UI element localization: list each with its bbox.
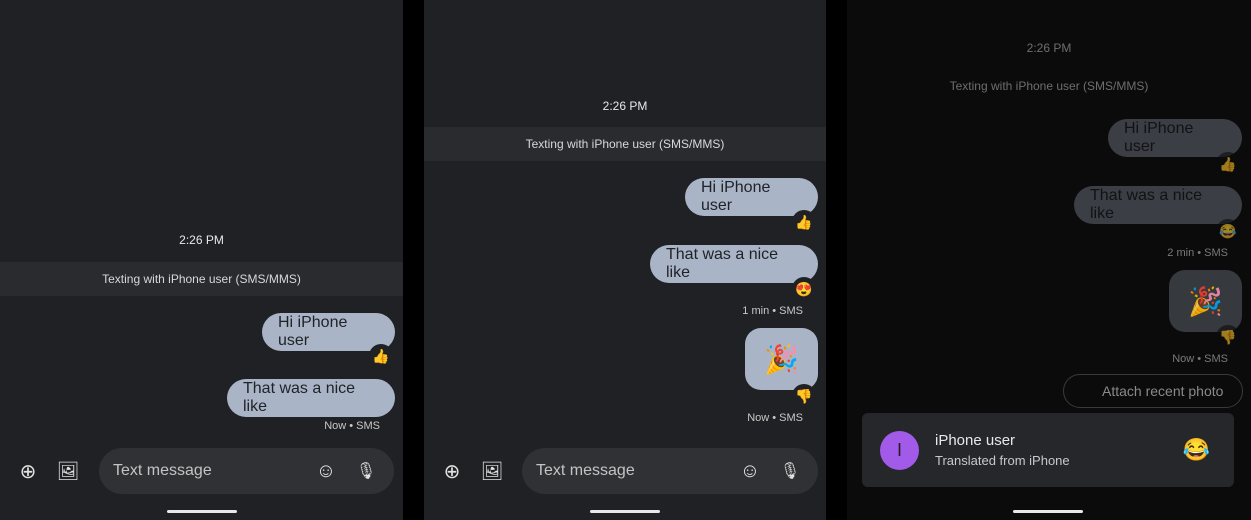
party-popper-message[interactable]: 🎉 xyxy=(745,328,818,390)
home-bar[interactable] xyxy=(1013,510,1083,513)
mic-icon[interactable]: 🎙 xyxy=(352,457,380,485)
plus-icon[interactable]: ⊕ xyxy=(438,457,466,485)
notification-title: iPhone user xyxy=(935,432,1016,449)
input-placeholder: Text message xyxy=(536,462,635,479)
message-bubble[interactable]: That was a nice like xyxy=(1074,186,1242,224)
attach-recent-photo-chip[interactable]: Attach recent photo xyxy=(1063,374,1243,408)
laugh-emoji-icon: 😂 xyxy=(1182,437,1210,462)
sms-banner: Texting with iPhone user (SMS/MMS) xyxy=(0,262,403,296)
avatar: I xyxy=(880,430,919,470)
thumbs-up-reaction-icon[interactable]: 👍 xyxy=(792,210,816,234)
input-placeholder: Text message xyxy=(113,462,212,479)
notification-subtitle: Translated from iPhone xyxy=(935,453,1070,468)
message-status: 1 min • SMS xyxy=(742,305,803,317)
message-bubble[interactable]: That was a nice like xyxy=(227,379,395,417)
emoji-icon[interactable]: ☺ xyxy=(312,457,340,485)
message-bubble[interactable]: Hi iPhone user xyxy=(1108,119,1242,157)
message-status: Now • SMS xyxy=(747,412,803,424)
phone-screen-1: 2:26 PM Texting with iPhone user (SMS/MM… xyxy=(0,0,403,520)
sms-banner: Texting with iPhone user (SMS/MMS) xyxy=(949,79,1149,93)
home-bar[interactable] xyxy=(590,510,660,513)
notification-card[interactable]: I iPhone user Translated from iPhone 😂 xyxy=(862,413,1234,487)
thumbs-up-reaction-icon[interactable]: 👍 xyxy=(369,344,393,368)
home-bar[interactable] xyxy=(167,510,237,513)
timestamp: 2:26 PM xyxy=(1026,41,1072,55)
message-status: 2 min • SMS xyxy=(1167,247,1228,259)
gallery-icon[interactable]: 🖼 xyxy=(54,457,82,485)
plus-icon[interactable]: ⊕ xyxy=(14,457,42,485)
timestamp: 2:26 PM xyxy=(602,99,648,113)
sms-banner: Texting with iPhone user (SMS/MMS) xyxy=(424,127,826,161)
text-message-input[interactable]: Text message ☺ 🎙 xyxy=(522,448,818,494)
thumbs-up-reaction-icon[interactable]: 👍 xyxy=(1216,152,1240,176)
emoji-icon[interactable]: ☺ xyxy=(736,457,764,485)
mic-icon[interactable]: 🎙 xyxy=(776,457,804,485)
timestamp: 2:26 PM xyxy=(179,233,224,247)
message-status: Now • SMS xyxy=(1172,353,1228,365)
thumbs-down-reaction-icon[interactable]: 👎 xyxy=(792,384,816,408)
laugh-reaction-icon[interactable]: 😂 xyxy=(1216,219,1240,243)
party-popper-message[interactable]: 🎉 xyxy=(1169,270,1242,332)
heart-eyes-reaction-icon[interactable]: 😍 xyxy=(792,277,816,301)
phone-screen-2: 2:26 PM Texting with iPhone user (SMS/MM… xyxy=(424,0,826,520)
message-bubble[interactable]: That was a nice like xyxy=(650,245,818,283)
text-message-input[interactable]: Text message ☺ 🎙 xyxy=(99,448,394,494)
phone-screen-3: 2:26 PM Texting with iPhone user (SMS/MM… xyxy=(847,0,1251,520)
thumbs-down-reaction-icon[interactable]: 👎 xyxy=(1216,325,1240,349)
gallery-icon[interactable]: 🖼 xyxy=(478,457,506,485)
message-status: Now • SMS xyxy=(324,420,380,432)
